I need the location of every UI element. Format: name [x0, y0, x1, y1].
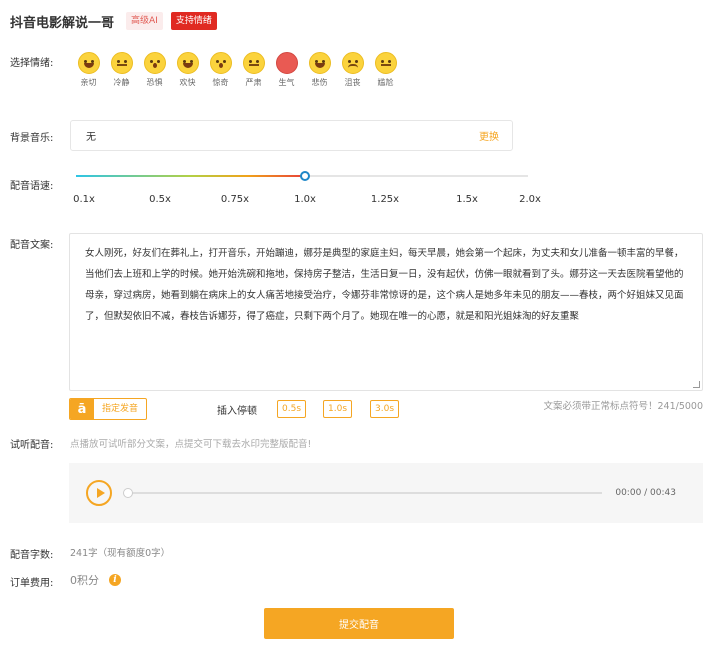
- emotion-option-label: 欢快: [179, 78, 196, 87]
- change-music-link[interactable]: 更换: [479, 128, 499, 143]
- emotion-option-yansu[interactable]: 严肃: [237, 52, 270, 88]
- header: 抖音电影解说一哥 高级AI 支持情绪: [10, 10, 217, 32]
- voice-name: 抖音电影解说一哥: [10, 15, 115, 31]
- surprised-face-icon: [209, 52, 232, 74]
- speed-label: 配音语速:: [10, 181, 54, 192]
- music-label: 背景音乐:: [10, 133, 54, 144]
- speed-slider[interactable]: [76, 171, 528, 181]
- script-textarea[interactable]: 女人刚死，好友们在葬礼上，打开音乐，开始蹦迪，娜芬是典型的家庭主妇，每天早晨，她…: [69, 233, 703, 391]
- fearful-face-icon: [143, 52, 166, 74]
- pause-3-0s-button[interactable]: 3.0s: [370, 400, 400, 418]
- speed-tick: 0.75x: [220, 194, 250, 205]
- play-icon[interactable]: [86, 480, 112, 506]
- speed-tick: 1.25x: [370, 194, 400, 205]
- emotion-option-label: 生气: [278, 78, 295, 87]
- emotion-option-label: 惊奇: [212, 78, 229, 87]
- speed-tick: 2.0x: [519, 194, 541, 205]
- script-hint: 文案必须带正常标点符号！241/5000: [543, 401, 703, 412]
- emotion-option-label: 冷静: [113, 78, 130, 87]
- emotion-option-label: 严肃: [245, 78, 262, 87]
- grin-face-icon: [77, 52, 100, 74]
- slider-thumb[interactable]: [300, 171, 310, 181]
- serious-face-icon: [242, 52, 265, 74]
- polyphone-button[interactable]: ā 指定发音: [69, 398, 148, 420]
- progress-knob[interactable]: [123, 488, 133, 498]
- angry-face-icon: [275, 52, 298, 74]
- script-label: 配音文案:: [10, 240, 54, 251]
- speed-tick: 0.5x: [149, 194, 171, 205]
- speed-tick: 0.1x: [73, 194, 95, 205]
- emotion-option-label: 悲伤: [311, 78, 328, 87]
- emotion-option-shengqi[interactable]: 生气: [270, 52, 303, 88]
- emotion-option-label: 亲切: [80, 78, 97, 87]
- listen-label: 试听配音:: [10, 440, 54, 451]
- emotion-option-label: 沮丧: [344, 78, 361, 87]
- script-tools: ā 指定发音 插入停顿 0.5s 1.0s 3.0s: [69, 398, 400, 420]
- info-icon[interactable]: i: [109, 574, 121, 586]
- audio-progress-bar[interactable]: [123, 488, 602, 498]
- music-value: 无: [86, 132, 96, 143]
- pause-1-0s-button[interactable]: 1.0s: [323, 400, 353, 418]
- ai-badge: 高级AI: [126, 12, 163, 30]
- emotion-option-jingqi[interactable]: 惊奇: [204, 52, 237, 88]
- emotion-picker: 亲切 冷静 恐惧 欢快 惊奇 严肃 生气 悲伤 沮丧 尴尬: [72, 52, 402, 88]
- emotion-option-jusang[interactable]: 沮丧: [336, 52, 369, 88]
- audio-time: 00:00 / 00:43: [615, 488, 676, 498]
- emotion-option-label: 尴尬: [377, 78, 394, 87]
- emotion-badge: 支持情绪: [170, 12, 217, 30]
- polyphone-icon: ā: [70, 399, 94, 419]
- frustrated-face-icon: [341, 52, 364, 74]
- insert-pause-label: 插入停顿: [217, 405, 257, 417]
- audio-player: 00:00 / 00:43: [69, 463, 703, 523]
- speed-tick: 1.0x: [294, 194, 316, 205]
- char-count-value: 241字（现有额度0字）: [70, 548, 171, 559]
- awkward-face-icon: [374, 52, 397, 74]
- emotion-option-huankuai[interactable]: 欢快: [171, 52, 204, 88]
- sad-face-icon: [308, 52, 331, 74]
- listen-description: 点播放可试听部分文案，点提交可下载去水印完整版配音!: [70, 439, 312, 450]
- fee-label: 订单费用:: [10, 578, 54, 589]
- polyphone-button-label: 指定发音: [102, 404, 139, 414]
- speed-tick: 1.5x: [456, 194, 478, 205]
- emotion-label: 选择情绪:: [10, 58, 54, 69]
- joyful-face-icon: [176, 52, 199, 74]
- neutral-face-icon: [110, 52, 133, 74]
- background-music-field[interactable]: 无 更换: [70, 120, 513, 151]
- emotion-option-label: 恐惧: [146, 78, 163, 87]
- emotion-option-ganga[interactable]: 尴尬: [369, 52, 402, 88]
- count-label: 配音字数:: [10, 550, 54, 561]
- fee-value: 0积分: [70, 574, 99, 587]
- order-fee: 0积分 i: [70, 572, 121, 588]
- script-text: 女人刚死，好友们在葬礼上，打开音乐，开始蹦迪，娜芬是典型的家庭主妇，每天早晨，她…: [85, 248, 684, 322]
- submit-button[interactable]: 提交配音: [264, 608, 454, 639]
- slider-fill: [76, 175, 305, 177]
- emotion-option-qinqie[interactable]: 亲切: [72, 52, 105, 88]
- emotion-option-kongju[interactable]: 恐惧: [138, 52, 171, 88]
- resize-grip-icon[interactable]: [693, 381, 700, 388]
- emotion-option-lengjing[interactable]: 冷静: [105, 52, 138, 88]
- pause-0-5s-button[interactable]: 0.5s: [277, 400, 307, 418]
- submit-button-label: 提交配音: [339, 620, 379, 631]
- emotion-option-beishang[interactable]: 悲伤: [303, 52, 336, 88]
